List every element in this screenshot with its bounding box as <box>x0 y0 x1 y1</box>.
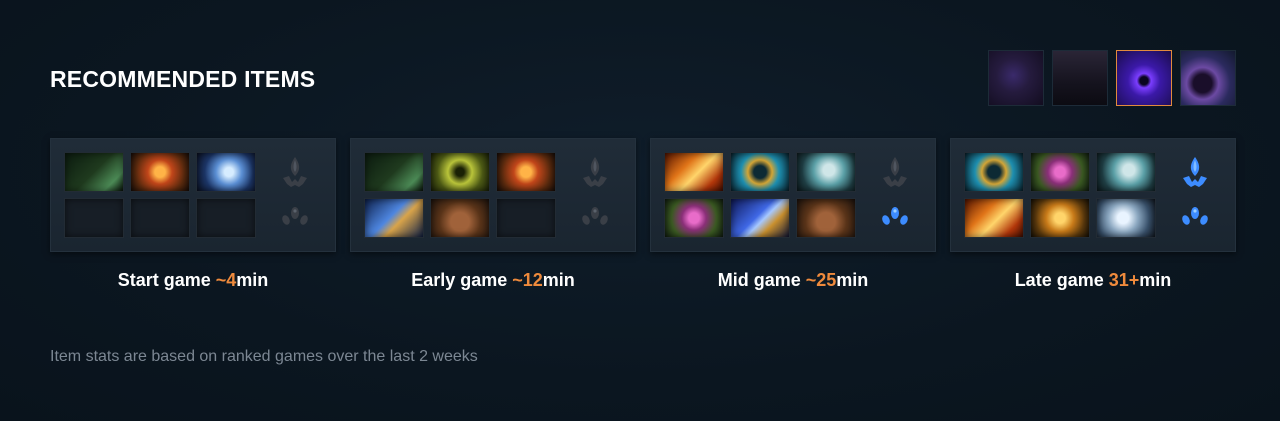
blue-gem-icon[interactable] <box>877 197 913 237</box>
neutral-slots <box>1177 153 1213 237</box>
neutral-slots <box>877 153 913 237</box>
staff-item-icon[interactable] <box>730 198 790 238</box>
stage-label: Early game ~12min <box>411 270 575 291</box>
item-grid <box>64 152 256 238</box>
dark-token-icon[interactable] <box>877 153 913 193</box>
stage-unit: min <box>236 270 269 290</box>
item-grid <box>664 152 856 238</box>
item-panel <box>50 138 336 252</box>
cuirass-item-icon[interactable] <box>1030 198 1090 238</box>
blue-gem-icon[interactable] <box>1177 197 1213 237</box>
blade-item-icon[interactable] <box>364 198 424 238</box>
stage-time: 31+ <box>1108 270 1140 290</box>
stage-start: Start game ~4min <box>50 138 336 291</box>
neutral-slots <box>277 153 313 237</box>
section-title: RECOMMENDED ITEMS <box>50 66 316 92</box>
stage-time: ~4 <box>215 270 237 290</box>
helm-item-icon[interactable] <box>1096 152 1156 192</box>
dark-gem-icon[interactable] <box>577 197 613 237</box>
stage-label: Mid game ~25min <box>718 270 869 291</box>
neutral-slots <box>577 153 613 237</box>
item-panel <box>950 138 1236 252</box>
blue-token-icon[interactable] <box>1177 153 1213 193</box>
octa-item-icon[interactable] <box>1030 152 1090 192</box>
stage-name: Start game <box>117 270 216 290</box>
ability-4-icon[interactable] <box>1180 50 1236 106</box>
stage-mid: Mid game ~25min <box>650 138 936 291</box>
sword-item-icon[interactable] <box>664 152 724 192</box>
stage-label: Late game 31+min <box>1015 270 1172 291</box>
stage-unit: min <box>1139 270 1172 290</box>
stage-unit: min <box>836 270 869 290</box>
stage-time: ~25 <box>805 270 837 290</box>
dark-gem-icon[interactable] <box>277 197 313 237</box>
poison-item-icon[interactable] <box>430 152 490 192</box>
dark-token-icon[interactable] <box>577 153 613 193</box>
octa-item-icon[interactable] <box>664 198 724 238</box>
wand-item-icon[interactable] <box>64 152 124 192</box>
bracer-item-icon[interactable] <box>496 152 556 192</box>
empty-slot <box>64 198 124 238</box>
stage-label: Start game ~4min <box>118 270 269 291</box>
empty-slot <box>496 198 556 238</box>
item-grid <box>964 152 1156 238</box>
gyro-item-icon[interactable] <box>964 152 1024 192</box>
boots-item-icon[interactable] <box>430 198 490 238</box>
orb-item-icon[interactable] <box>196 152 256 192</box>
stages-row: Start game ~4min Early game ~12min Mid g… <box>50 138 1236 291</box>
sword-item-icon[interactable] <box>964 198 1024 238</box>
ability-selector <box>988 50 1236 106</box>
ability-2-icon[interactable] <box>1052 50 1108 106</box>
hammer-item-icon[interactable] <box>1096 198 1156 238</box>
helm-item-icon[interactable] <box>796 152 856 192</box>
footnote: Item stats are based on ranked games ove… <box>50 348 478 365</box>
stage-name: Late game <box>1014 270 1109 290</box>
stage-unit: min <box>542 270 575 290</box>
boots-item-icon[interactable] <box>796 198 856 238</box>
stage-name: Early game <box>411 270 513 290</box>
ability-1-icon[interactable] <box>988 50 1044 106</box>
stage-name: Mid game <box>717 270 806 290</box>
empty-slot <box>130 198 190 238</box>
empty-slot <box>196 198 256 238</box>
ability-3-icon[interactable] <box>1116 50 1172 106</box>
stage-early: Early game ~12min <box>350 138 636 291</box>
bracer-item-icon[interactable] <box>130 152 190 192</box>
dark-token-icon[interactable] <box>277 153 313 193</box>
item-panel <box>650 138 936 252</box>
stage-late: Late game 31+min <box>950 138 1236 291</box>
item-panel <box>350 138 636 252</box>
item-grid <box>364 152 556 238</box>
gyro-item-icon[interactable] <box>730 152 790 192</box>
wand-item-icon[interactable] <box>364 152 424 192</box>
stage-time: ~12 <box>512 270 543 290</box>
